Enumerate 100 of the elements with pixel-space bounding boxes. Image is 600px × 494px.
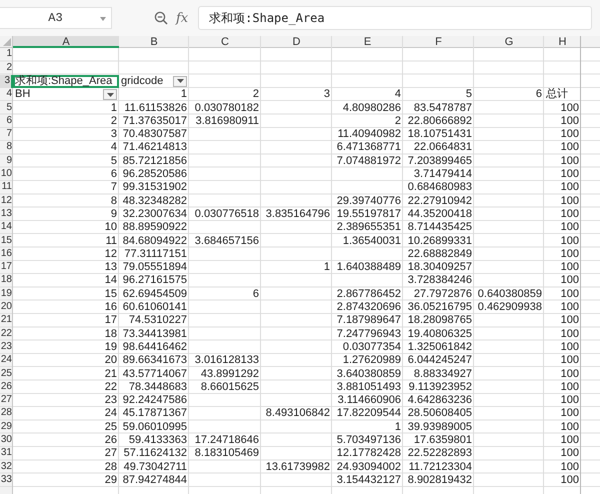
row-header[interactable]: 28 — [0, 407, 13, 421]
row-header[interactable]: 29 — [0, 420, 13, 434]
row-header[interactable]: 19 — [0, 288, 13, 302]
column-header[interactable]: E — [332, 36, 403, 48]
row-header[interactable]: 2 — [0, 62, 13, 75]
table-cell-text: 1.27620989 — [342, 354, 402, 368]
row-header[interactable]: 10 — [0, 168, 13, 182]
table-cell-text: 62.69454509 — [122, 288, 188, 302]
table-cell-text: 39.93989005 — [406, 420, 473, 434]
table-cell-text: 8.493106842 — [264, 407, 331, 421]
table-cell-text: 59.06010995 — [122, 420, 188, 434]
table-cell-text: 22 — [104, 380, 118, 394]
column-header[interactable]: F — [403, 36, 474, 48]
row-header[interactable]: 13 — [0, 208, 13, 222]
row-header[interactable]: 26 — [0, 380, 13, 394]
column-header[interactable]: G — [474, 36, 544, 48]
table-cell-text: 13.61739982 — [264, 460, 331, 474]
table-cell-text: 100 — [560, 114, 580, 128]
row-header[interactable]: 31 — [0, 447, 13, 461]
table-cell-text: 8.902819432 — [406, 474, 473, 488]
fx-label[interactable]: fx — [176, 10, 188, 26]
row-header[interactable]: 8 — [0, 141, 13, 155]
table-cell-text: 16 — [104, 301, 118, 314]
table-cell-text: 100 — [560, 261, 580, 274]
row-header[interactable]: 7 — [0, 128, 13, 142]
table-cell-text: 100 — [560, 141, 580, 155]
row-header[interactable]: 5 — [0, 102, 13, 115]
row-header[interactable]: 17 — [0, 261, 13, 274]
table-cell-text: 17.24718646 — [194, 434, 260, 448]
table-cell-text: 73.34413981 — [122, 328, 188, 341]
row-header[interactable]: 22 — [0, 328, 13, 341]
table-cell-text: 71.37635017 — [122, 114, 188, 128]
column-header[interactable]: A — [13, 36, 119, 48]
table-cell-text: 8.183105469 — [194, 447, 260, 461]
row-header[interactable]: 30 — [0, 434, 13, 448]
row-header[interactable]: 3 — [0, 74, 13, 88]
table-cell-text: 100 — [560, 301, 580, 314]
table-cell-text: 100 — [560, 288, 580, 302]
table-cell: BH — [15, 88, 30, 100]
table-cell-text: 24 — [104, 407, 118, 421]
table-cell-text: 27.7972876 — [412, 288, 473, 302]
table-cell-text: 1.325061842 — [406, 340, 473, 354]
table-cell-text: 18.10751431 — [406, 128, 473, 142]
table-cell-text: 0.030780182 — [194, 102, 260, 115]
caret-icon — [176, 79, 184, 84]
filter-button[interactable] — [103, 89, 117, 100]
table-cell-text: 17 — [104, 314, 118, 328]
row-header[interactable]: 32 — [0, 460, 13, 474]
row-header[interactable]: 12 — [0, 194, 13, 208]
table-cell: 求和项:Shape_Area — [13, 74, 119, 88]
row-header[interactable]: 25 — [0, 368, 13, 381]
table-cell-text: 0.640380859 — [476, 288, 543, 302]
table-cell-text: 59.4133363 — [128, 434, 188, 448]
row-header[interactable]: 23 — [0, 340, 13, 354]
column-header[interactable]: C — [189, 36, 261, 48]
row-header[interactable]: 20 — [0, 301, 13, 314]
table-cell-text: 100 — [560, 474, 580, 488]
table-cell-text: 6 — [534, 88, 543, 102]
table-cell-text: 8.714435425 — [406, 221, 473, 235]
table-cell-text: 10 — [104, 221, 118, 235]
filter-button[interactable] — [173, 76, 187, 87]
row-header[interactable]: 9 — [0, 154, 13, 168]
table-cell-text: 70.48307587 — [122, 128, 188, 142]
table-cell-text: 100 — [560, 447, 580, 461]
table-cell-text: 12 — [104, 248, 118, 262]
row-header[interactable]: 18 — [0, 274, 13, 288]
zoom-icon[interactable] — [154, 11, 168, 25]
row-header[interactable]: 6 — [0, 114, 13, 128]
row-header[interactable]: 33 — [0, 474, 13, 488]
formula-field[interactable]: 求和项:Shape_Area — [198, 6, 592, 30]
row-header[interactable]: 16 — [0, 248, 13, 262]
row-header[interactable]: 14 — [0, 221, 13, 235]
column-header[interactable]: H — [544, 36, 581, 48]
row-header[interactable]: 21 — [0, 314, 13, 328]
table-cell-text: 3.816980911 — [194, 114, 260, 128]
table-cell-text: 100 — [560, 460, 580, 474]
table-cell-text: 100 — [560, 274, 580, 288]
name-box[interactable]: A3 — [0, 7, 112, 29]
table-cell-text: 9.113923952 — [408, 380, 473, 394]
table-cell-text: 11.72123304 — [408, 460, 473, 474]
row-header[interactable]: 11 — [0, 181, 13, 195]
row-header[interactable]: 15 — [0, 234, 13, 248]
row-header[interactable]: 24 — [0, 354, 13, 368]
table-cell-text: 100 — [560, 354, 580, 368]
table-cell-text: 100 — [560, 234, 580, 248]
column-header[interactable]: D — [261, 36, 332, 48]
table-cell-text: 7.074881972 — [336, 154, 402, 168]
table-cell-text: 9 — [110, 208, 118, 222]
table-cell-text: 100 — [560, 102, 580, 115]
table-cell-text: 20 — [104, 354, 118, 368]
row-header[interactable]: 4 — [0, 88, 13, 102]
table-cell-text: 36.05216795 — [406, 301, 473, 314]
table-cell-text: 100 — [560, 248, 580, 262]
row-header[interactable]: 1 — [0, 48, 13, 62]
table-cell-text: 83.5478787 — [412, 102, 473, 115]
column-header[interactable]: B — [119, 36, 189, 48]
row-header[interactable]: 27 — [0, 394, 13, 408]
table-cell-text: 29 — [104, 474, 118, 488]
table-cell-text: 100 — [560, 314, 580, 328]
table-cell-text: 3 — [322, 88, 331, 102]
